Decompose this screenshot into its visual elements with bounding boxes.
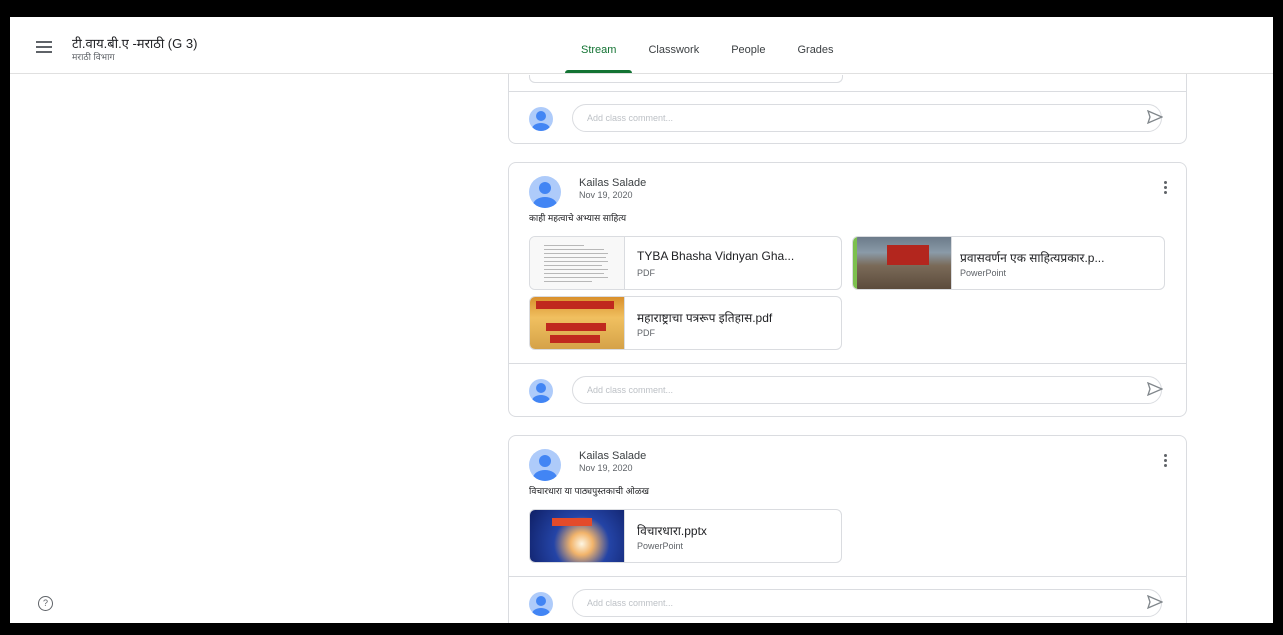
attachment-powerpoint[interactable]: विचारधारा.pptx PowerPoint: [529, 509, 842, 563]
hamburger-menu-icon[interactable]: [36, 41, 52, 53]
attachment-type: PowerPoint: [960, 268, 1007, 278]
send-icon[interactable]: [1147, 595, 1163, 609]
post-text: काही महत्वाचे अभ्यास साहित्य: [529, 213, 627, 223]
class-comment-input[interactable]: Add class comment...: [572, 589, 1162, 617]
class-subtitle: मराठी विभाग: [72, 52, 115, 62]
attachment-title: TYBA Bhasha Vidnyan Gha...: [637, 249, 795, 263]
attachment-preview-edge: [529, 75, 843, 83]
attachment-title: विचारधारा.pptx: [637, 524, 707, 538]
pdf-thumbnail: [530, 237, 625, 289]
post-date: Nov 19, 2020: [579, 463, 633, 473]
author-avatar: [529, 176, 561, 208]
pdf-thumbnail: [530, 297, 625, 349]
classroom-window: टी.वाय.बी.ए -मराठी (G 3) मराठी विभाग Str…: [10, 17, 1273, 623]
author-avatar: [529, 449, 561, 481]
help-icon[interactable]: ?: [38, 596, 53, 611]
post-author: Kailas Salade: [579, 177, 647, 189]
post-text: विचारधारा या पाठ्यपुस्तकाची ओळख: [529, 486, 650, 496]
user-avatar: [529, 592, 553, 616]
comment-row: Add class comment...: [509, 576, 1186, 623]
more-options-icon[interactable]: [1164, 181, 1168, 197]
post-date: Nov 19, 2020: [579, 190, 633, 200]
attachment-type: PDF: [637, 328, 655, 338]
class-comment-input[interactable]: Add class comment...: [572, 104, 1162, 132]
post-author: Kailas Salade: [579, 450, 647, 462]
attachment-title: प्रवासवर्णन एक साहित्यप्रकार.p...: [960, 251, 1105, 265]
stream-post-card: Kailas Salade Nov 19, 2020 विचारधारा या …: [508, 435, 1187, 623]
class-comment-input[interactable]: Add class comment...: [572, 376, 1162, 404]
comment-row: Add class comment...: [509, 91, 1186, 144]
attachment-powerpoint[interactable]: प्रवासवर्णन एक साहित्यप्रकार.p... PowerP…: [852, 236, 1165, 290]
attachment-type: PowerPoint: [637, 541, 684, 551]
comment-row: Add class comment...: [509, 363, 1186, 416]
tab-bar: Stream Classwork People Grades: [565, 17, 850, 73]
powerpoint-thumbnail: [530, 510, 625, 562]
attachment-pdf[interactable]: महाराष्ट्राचा पत्ररूप इतिहास.pdf PDF: [529, 296, 842, 350]
powerpoint-thumbnail: [853, 237, 952, 289]
attachment-pdf[interactable]: TYBA Bhasha Vidnyan Gha... PDF: [529, 236, 842, 290]
attachment-type: PDF: [637, 268, 655, 278]
tab-stream[interactable]: Stream: [565, 17, 633, 73]
user-avatar: [529, 107, 553, 131]
user-avatar: [529, 379, 553, 403]
tab-grades[interactable]: Grades: [781, 17, 849, 73]
send-icon[interactable]: [1147, 110, 1163, 124]
stream-post-card: Kailas Salade Nov 19, 2020 काही महत्वाचे…: [508, 162, 1187, 417]
more-options-icon[interactable]: [1164, 454, 1168, 470]
attachment-title: महाराष्ट्राचा पत्ररूप इतिहास.pdf: [637, 311, 773, 325]
tab-people[interactable]: People: [715, 17, 781, 73]
tab-classwork[interactable]: Classwork: [632, 17, 715, 73]
send-icon[interactable]: [1147, 382, 1163, 396]
top-app-bar: टी.वाय.बी.ए -मराठी (G 3) मराठी विभाग Str…: [10, 17, 1273, 74]
